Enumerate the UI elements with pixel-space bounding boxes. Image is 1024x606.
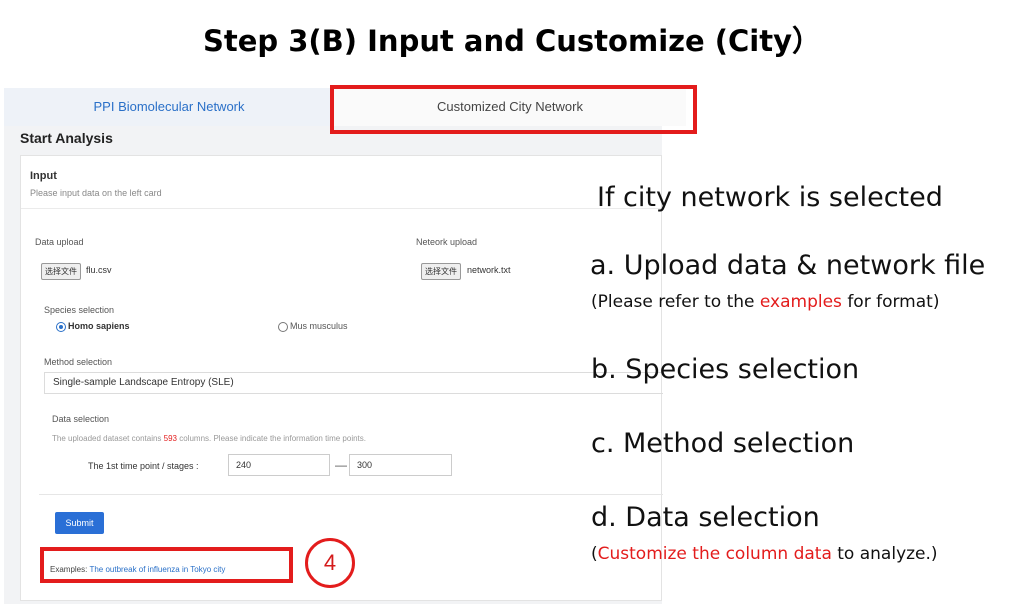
radio-label-homo-sapiens: Homo sapiens xyxy=(68,321,130,331)
radio-homo-sapiens[interactable] xyxy=(56,322,66,332)
network-file-name: network.txt xyxy=(467,265,511,275)
app-panel: PPI Biomolecular Network Customized City… xyxy=(4,88,686,604)
annotation-a-note: (Please refer to the examples for format… xyxy=(591,292,940,312)
input-card: Input Please input data on the left card… xyxy=(20,155,663,601)
timepoint-to-input[interactable]: 300 xyxy=(349,454,452,476)
annotation-c: c. Method selection xyxy=(591,428,855,459)
examples-highlight xyxy=(40,547,293,583)
card-subtitle: Please input data on the left card xyxy=(30,188,162,198)
annotation-d-note: (Customize the column data to analyze.) xyxy=(591,544,938,564)
method-label: Method selection xyxy=(44,357,113,367)
annotation-a: a. Upload data & network file xyxy=(590,250,986,281)
step-number-badge: 4 xyxy=(305,538,355,588)
method-select[interactable]: Single-sample Landscape Entropy (SLE) xyxy=(44,372,663,394)
range-dash: — xyxy=(335,458,347,472)
annotation-b: b. Species selection xyxy=(591,354,860,385)
submit-button[interactable]: Submit xyxy=(55,512,104,534)
radio-mus-musculus[interactable] xyxy=(278,322,288,332)
column-count: 593 xyxy=(163,434,177,443)
annotation-d: d. Data selection xyxy=(591,502,820,533)
data-upload-label: Data upload xyxy=(35,237,84,247)
network-file-button[interactable]: 选择文件 xyxy=(421,263,461,280)
card-header: Input Please input data on the left card xyxy=(21,156,661,209)
data-file-button[interactable]: 选择文件 xyxy=(41,263,81,280)
timepoint-from-input[interactable]: 240 xyxy=(228,454,330,476)
card-title: Input xyxy=(30,170,57,182)
network-upload-label: Neteork upload xyxy=(416,237,478,247)
section-title: Start Analysis xyxy=(20,130,113,146)
city-tab-highlight xyxy=(330,85,697,134)
radio-label-mus-musculus: Mus musculus xyxy=(290,321,348,331)
annotation-heading: If city network is selected xyxy=(597,182,943,213)
data-selection-label: Data selection xyxy=(52,414,110,424)
divider xyxy=(39,494,663,495)
column-count-note: The uploaded dataset contains 593 column… xyxy=(52,434,366,443)
slide-title: Step 3(B) Input and Customize (City） xyxy=(202,24,822,58)
timepoint-label: The 1st time point / stages : xyxy=(88,461,199,471)
tab-ppi-network[interactable]: PPI Biomolecular Network xyxy=(4,88,334,126)
data-file-name: flu.csv xyxy=(86,265,112,275)
species-label: Species selection xyxy=(44,305,115,315)
